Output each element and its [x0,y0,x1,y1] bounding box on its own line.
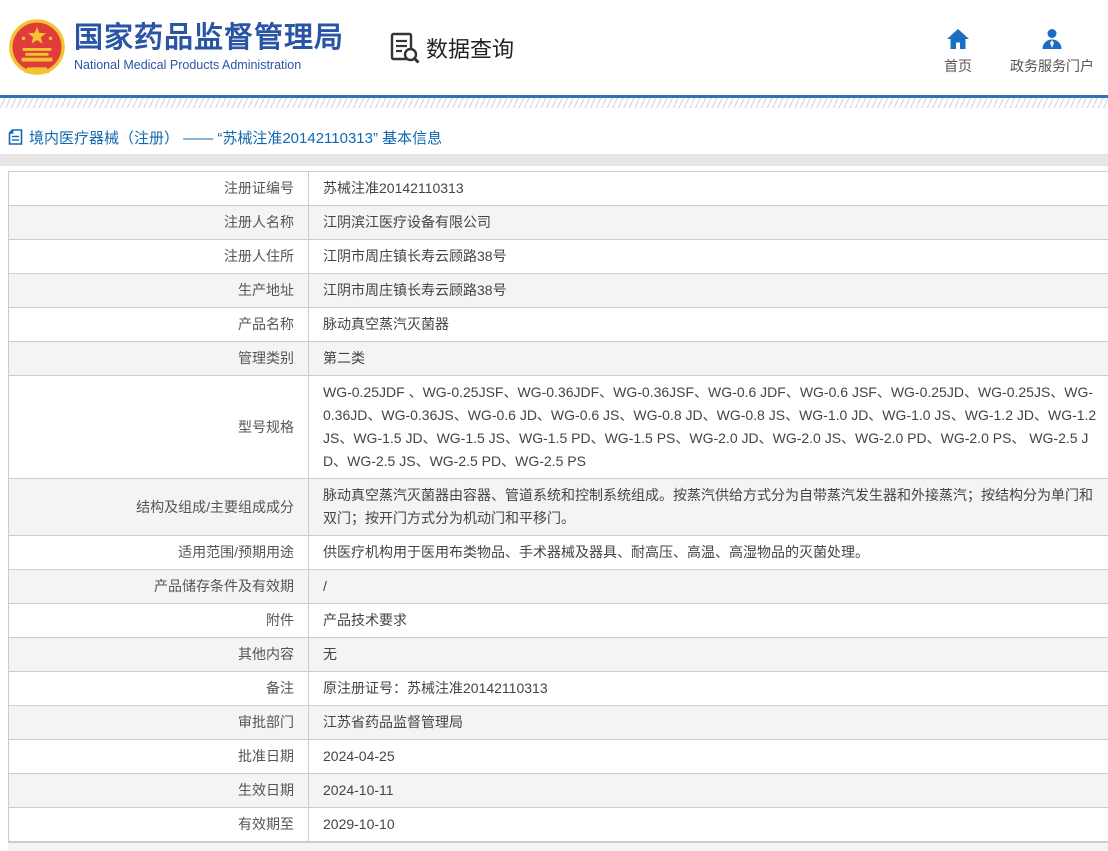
row-label: 附件 [9,604,309,637]
table-row: 产品储存条件及有效期 / [9,569,1108,603]
row-label: 注册人住所 [9,240,309,273]
row-label: 型号规格 [9,376,309,478]
table-row: 注册人名称 江阴滨江医疗设备有限公司 [9,205,1108,239]
row-value: 2029-10-10 [323,816,395,832]
row-value: 2024-04-25 [323,748,395,764]
table-row: 管理类别 第二类 [9,341,1108,375]
nav-gov-portal[interactable]: 政务服务门户 [1010,20,1094,76]
row-label: 注册证编号 [9,172,309,205]
row-value: 苏械注准20142110313 [323,180,464,196]
table-row: 批准日期 2024-04-25 [9,739,1108,773]
row-value: 原注册证号：苏械注准20142110313 [323,680,548,696]
row-value: 2024-10-11 [323,782,394,798]
table-row: 有效期至 2029-10-10 [9,807,1108,841]
row-label: 产品名称 [9,308,309,341]
row-value: 江阴滨江医疗设备有限公司 [323,214,491,230]
nmpa-logo[interactable]: 国家药品监督管理局 National Medical Products Admi… [8,17,344,79]
table-row: 结构及组成/主要组成成分 脉动真空蒸汽灭菌器由容器、管道系统和控制系统组成。按蒸… [9,478,1108,535]
title-separator [0,154,1108,166]
nav-home-label: 首页 [944,57,972,74]
row-value: 产品技术要求 [323,612,407,628]
national-emblem-icon [8,17,66,79]
row-value: 脉动真空蒸汽灭菌器由容器、管道系统和控制系统组成。按蒸汽供给方式分为自带蒸汽发生… [323,487,1093,526]
row-label: 结构及组成/主要组成成分 [9,479,309,535]
row-label: 备注 [9,672,309,705]
row-label: 批准日期 [9,740,309,773]
doc-magnifier-icon [390,32,420,64]
nav-home[interactable]: 首页 [944,20,972,76]
home-icon [946,28,970,50]
row-label: 其他内容 [9,638,309,671]
row-value: / [323,578,327,594]
table-row: 其他内容 无 [9,637,1108,671]
table-row: 注册人住所 江阴市周庄镇长寿云顾路38号 [9,239,1108,273]
site-header: 国家药品监督管理局 National Medical Products Admi… [0,0,1108,95]
row-value: 江苏省药品监督管理局 [323,714,463,730]
table-row: 适用范围/预期用途 供医疗机构用于医用布类物品、手术器械及器具、耐高压、高温、高… [9,535,1108,569]
row-label: 生产地址 [9,274,309,307]
row-value: 无 [323,646,337,662]
table-row: 注册证编号 苏械注准20142110313 [9,172,1108,205]
user-icon [1040,28,1064,50]
data-query-label: 数据查询 [426,36,515,62]
row-label: 适用范围/预期用途 [9,536,309,569]
site-title-cn: 国家药品监督管理局 [74,21,345,54]
breadcrumb: 境内医疗器械（注册） —— “苏械注准20142110313” 基本信息 [0,123,1108,151]
site-title-en: National Medical Products Administration [74,57,302,72]
row-label: 审批部门 [9,706,309,739]
stripe-band [0,98,1108,108]
table-row: 生效日期 2024-10-11 [9,773,1108,807]
row-value: 江阴市周庄镇长寿云顾路38号 [323,248,507,264]
nav-gov-portal-label: 政务服务门户 [1010,57,1094,74]
row-value: 江阴市周庄镇长寿云顾路38号 [323,282,507,298]
row-value: 第二类 [323,350,365,366]
table-row: 产品名称 脉动真空蒸汽灭菌器 [9,307,1108,341]
table-row: 审批部门 江苏省药品监督管理局 [9,705,1108,739]
table-row: 生产地址 江阴市周庄镇长寿云顾路38号 [9,273,1108,307]
row-label: 生效日期 [9,774,309,807]
data-query-entry[interactable]: 数据查询 [390,32,514,64]
table-row: 备注 原注册证号：苏械注准20142110313 [9,671,1108,705]
table-row: 附件 产品技术要求 [9,603,1108,637]
next-row-sliver [8,842,1108,851]
document-icon [8,129,23,145]
header-nav: 首页 政务服务门户 [944,20,1094,76]
info-table: 注册证编号 苏械注准20142110313 注册人名称 江阴滨江医疗设备有限公司… [8,171,1108,842]
row-label: 管理类别 [9,342,309,375]
row-value: 脉动真空蒸汽灭菌器 [323,316,449,332]
page-title: 境内医疗器械（注册） —— “苏械注准20142110313” 基本信息 [29,129,443,147]
row-value: 供医疗机构用于医用布类物品、手术器械及器具、耐高压、高温、高湿物品的灭菌处理。 [323,544,869,560]
row-value: WG-0.25JDF 、WG-0.25JSF、WG-0.36JDF、WG-0.3… [323,384,1097,469]
row-label: 注册人名称 [9,206,309,239]
row-label: 有效期至 [9,808,309,841]
row-label: 产品储存条件及有效期 [9,570,309,603]
table-row: 型号规格 WG-0.25JDF 、WG-0.25JSF、WG-0.36JDF、W… [9,375,1108,478]
